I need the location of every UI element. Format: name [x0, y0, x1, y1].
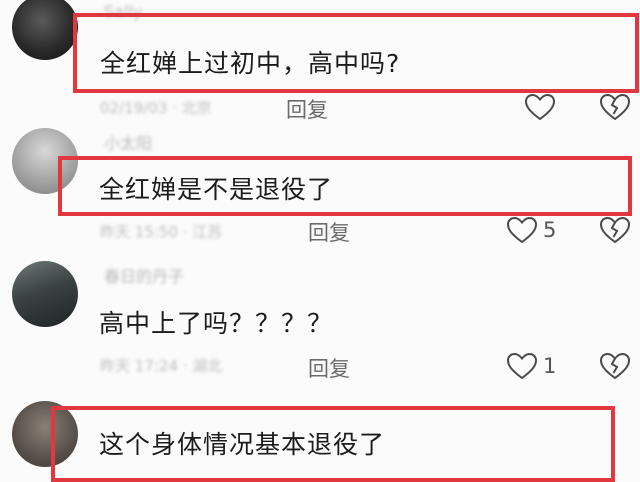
comment-text: 这个身体情况基本退役了	[99, 430, 386, 459]
like-count: 1	[543, 354, 557, 378]
heart-icon[interactable]	[524, 93, 556, 121]
avatar[interactable]	[12, 261, 78, 327]
comment-username[interactable]: 小太阳	[104, 130, 152, 154]
broken-heart-icon[interactable]	[599, 216, 631, 244]
comment-item: 春日的丹子 高中上了吗？？？？ 昨天 17:24 · 湖北 回复 1	[0, 255, 640, 395]
avatar[interactable]	[12, 0, 78, 60]
reply-button[interactable]: 回复	[308, 217, 350, 247]
comment-item: 这个身体情况基本退役了	[0, 395, 640, 482]
comment-username[interactable]: 春日的丹子	[104, 263, 184, 287]
broken-heart-icon[interactable]	[599, 352, 631, 380]
comment-text: 全红婵上过初中，高中吗?	[100, 49, 401, 78]
like-count: 5	[543, 218, 557, 242]
broken-heart-icon[interactable]	[599, 93, 631, 121]
comment-meta: 昨天 17:24 · 湖北	[100, 357, 223, 375]
comment-item: 小太阳 全红婵是不是退役了 昨天 15:50 · 江苏 回复 5	[0, 125, 640, 255]
comment-text: 全红婵是不是退役了	[99, 175, 334, 204]
comment-item: Sally 全红婵上过初中，高中吗? 02/19/03 · 北京 回复	[0, 0, 640, 125]
comment-meta: 昨天 15:50 · 江苏	[100, 223, 223, 241]
reply-button[interactable]: 回复	[308, 353, 350, 383]
heart-icon[interactable]	[506, 352, 538, 380]
comment-meta: 02/19/03 · 北京	[100, 99, 212, 117]
heart-icon[interactable]	[506, 216, 538, 244]
reply-button[interactable]: 回复	[286, 94, 328, 124]
comment-text: 高中上了吗？？？？	[99, 309, 334, 338]
